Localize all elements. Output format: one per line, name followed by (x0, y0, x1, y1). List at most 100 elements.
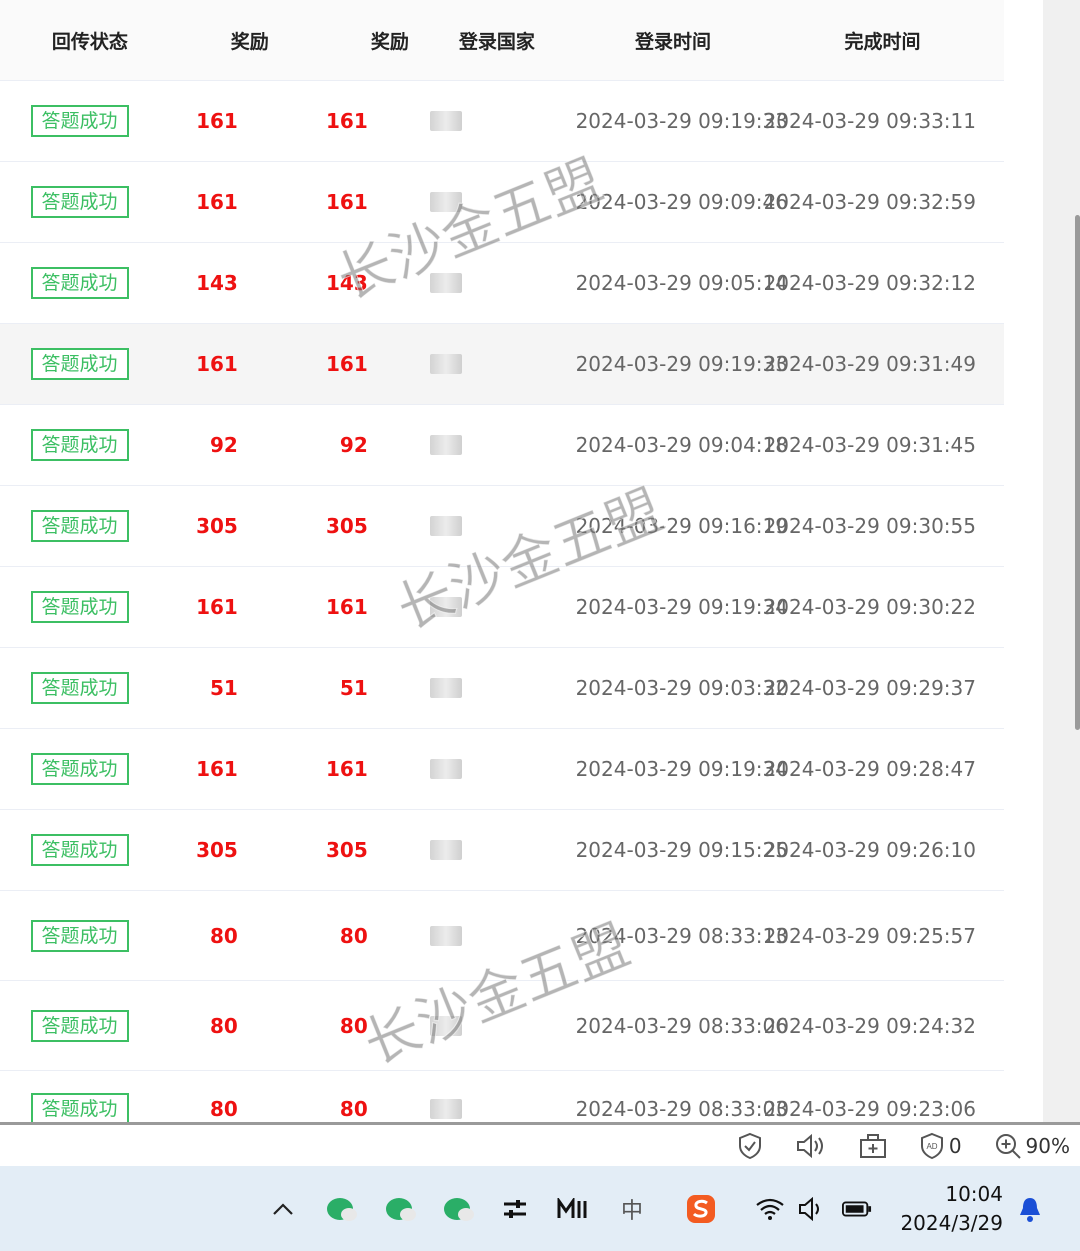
wechat-icon[interactable] (325, 1194, 357, 1224)
status-badge: 答题成功 (30, 348, 129, 380)
login-time-cell: 2024-03-29 09:16:19 (575, 514, 788, 538)
zoom-level: 90% (1025, 1133, 1070, 1158)
done-time-cell: 2024-03-29 09:25:57 (763, 923, 976, 948)
battery-icon[interactable] (842, 1194, 872, 1224)
blurred-country-flag (429, 435, 462, 455)
header-login-time: 登录时间 (635, 30, 712, 53)
status-cell: 答题成功 (0, 429, 159, 461)
ime-icon[interactable]: 中 (617, 1194, 647, 1224)
reward2-cell: 51 (339, 676, 368, 700)
sogou-icon[interactable] (686, 1194, 716, 1224)
svg-text:AD: AD (926, 1142, 937, 1151)
volume-icon[interactable] (797, 1194, 827, 1224)
settings-sliders-icon[interactable] (500, 1194, 530, 1224)
country-cell (368, 1098, 524, 1119)
status-badge: 答题成功 (30, 267, 129, 299)
country-cell (368, 273, 524, 293)
reward1-cell: 161 (196, 190, 238, 214)
table-row[interactable]: 答题成功 92 92 2024-03-29 09:04:18 2024-03-29 09… (0, 405, 1004, 486)
chevron-up-icon[interactable] (268, 1194, 298, 1224)
shield-check-icon[interactable] (737, 1132, 763, 1160)
blurred-country-flag (429, 597, 462, 617)
login-time-cell: 2024-03-29 08:33:06 (575, 1013, 788, 1038)
status-badge: 答题成功 (30, 186, 129, 218)
table-row[interactable]: 答题成功 143 143 2024-03-29 09:05:14 2024-03-29 … (0, 243, 1004, 324)
table-row[interactable]: 答题成功 80 80 2024-03-29 08:33:13 2024-03-29 09… (0, 891, 1004, 981)
zoom-control[interactable]: 90% (994, 1132, 1070, 1160)
clock-date: 2024/3/29 (900, 1211, 1003, 1235)
zoom-icon (995, 1133, 1021, 1159)
reward2-cell: 161 (326, 190, 368, 214)
login-time-cell: 2024-03-29 09:15:25 (575, 838, 788, 862)
done-time-cell: 2024-03-29 09:31:49 (763, 352, 976, 376)
blurred-country-flag (429, 925, 462, 946)
blurred-country-flag (429, 1015, 462, 1036)
browser-statusbar: AD 0 90% (0, 1122, 1080, 1166)
done-time-cell: 2024-03-29 09:31:45 (763, 433, 976, 457)
status-badge: 答题成功 (30, 919, 129, 952)
wechat-icon[interactable] (442, 1194, 474, 1224)
done-time-cell: 2024-03-29 09:33:11 (763, 109, 976, 133)
login-time-cell: 2024-03-29 08:33:13 (575, 923, 788, 948)
clock-time: 10:04 (945, 1182, 1003, 1206)
blurred-country-flag (429, 1098, 462, 1119)
adblock-counter[interactable]: AD 0 (919, 1132, 962, 1160)
country-cell (368, 840, 524, 860)
reward1-cell: 161 (196, 109, 238, 133)
table-row[interactable]: 答题成功 161 161 2024-03-29 09:19:34 2024-03-29 … (0, 729, 1004, 810)
country-cell (368, 925, 524, 946)
reward1-cell: 143 (196, 271, 238, 295)
m-app-icon[interactable] (557, 1194, 587, 1224)
country-cell (368, 435, 524, 455)
table-row[interactable]: 答题成功 161 161 2024-03-29 09:09:46 2024-03-29 … (0, 162, 1004, 243)
add-tab-icon[interactable] (859, 1133, 887, 1159)
windows-taskbar: 中 10:04 2024/3/29 (0, 1166, 1080, 1251)
table-row[interactable]: 答题成功 80 80 2024-03-29 08:33:03 2024-03-29 09… (0, 1071, 1004, 1122)
table-row[interactable]: 答题成功 161 161 2024-03-29 09:19:33 2024-03-29 … (0, 81, 1004, 162)
country-cell (368, 1015, 524, 1036)
status-cell: 答题成功 (0, 105, 159, 137)
country-cell (368, 759, 524, 779)
system-clock[interactable]: 10:04 2024/3/29 (895, 1180, 1003, 1238)
page-scrollbar[interactable] (1043, 0, 1080, 1122)
wifi-icon[interactable] (755, 1194, 785, 1224)
status-badge: 答题成功 (30, 1092, 129, 1122)
header-reward1: 奖励 (230, 30, 269, 53)
reward2-cell: 80 (339, 1013, 368, 1038)
blurred-country-flag (429, 759, 462, 779)
table-row[interactable]: 答题成功 305 305 2024-03-29 09:16:19 2024-03-29 … (0, 486, 1004, 567)
done-time-cell: 2024-03-29 09:23:06 (763, 1096, 976, 1121)
wechat-icon[interactable] (384, 1194, 416, 1224)
speaker-icon[interactable] (795, 1133, 827, 1159)
table-row[interactable]: 答题成功 161 161 2024-03-29 09:19:34 2024-03-29 … (0, 567, 1004, 648)
scrollbar-thumb[interactable] (1075, 215, 1080, 730)
reward2-cell: 161 (326, 595, 368, 619)
status-cell: 答题成功 (0, 1009, 159, 1042)
table-row[interactable]: 答题成功 51 51 2024-03-29 09:03:32 2024-03-29 09… (0, 648, 1004, 729)
blurred-country-flag (429, 678, 462, 698)
reward1-cell: 161 (196, 595, 238, 619)
reward2-cell: 80 (339, 923, 368, 948)
status-cell: 答题成功 (0, 753, 159, 785)
login-time-cell: 2024-03-29 08:33:03 (575, 1096, 788, 1121)
blurred-country-flag (429, 516, 462, 536)
done-time-cell: 2024-03-29 09:32:59 (763, 190, 976, 214)
reward1-cell: 161 (196, 352, 238, 376)
reward1-cell: 80 (210, 1096, 238, 1121)
table-row[interactable]: 答题成功 161 161 2024-03-29 09:19:33 2024-03-29 … (0, 324, 1004, 405)
notification-bell-icon[interactable] (1015, 1194, 1045, 1224)
status-badge: 答题成功 (30, 105, 129, 137)
login-time-cell: 2024-03-29 09:03:32 (575, 676, 788, 700)
header-done-time: 完成时间 (844, 30, 921, 53)
login-time-cell: 2024-03-29 09:04:18 (575, 433, 788, 457)
table-row[interactable]: 答题成功 80 80 2024-03-29 08:33:06 2024-03-29 09… (0, 981, 1004, 1071)
reward2-cell: 161 (326, 352, 368, 376)
adblock-icon: AD (920, 1132, 943, 1159)
status-cell: 答题成功 (0, 672, 159, 704)
done-time-cell: 2024-03-29 09:30:22 (763, 595, 976, 619)
country-cell (368, 516, 524, 536)
reward1-cell: 305 (196, 838, 238, 862)
table-row[interactable]: 答题成功 305 305 2024-03-29 09:15:25 2024-03-29 … (0, 810, 1004, 891)
records-table: 回传状态 奖励 奖励 登录国家 登录时间 完成时间 答题成功 161 161 2024… (0, 0, 1004, 1122)
done-time-cell: 2024-03-29 09:32:12 (763, 271, 976, 295)
